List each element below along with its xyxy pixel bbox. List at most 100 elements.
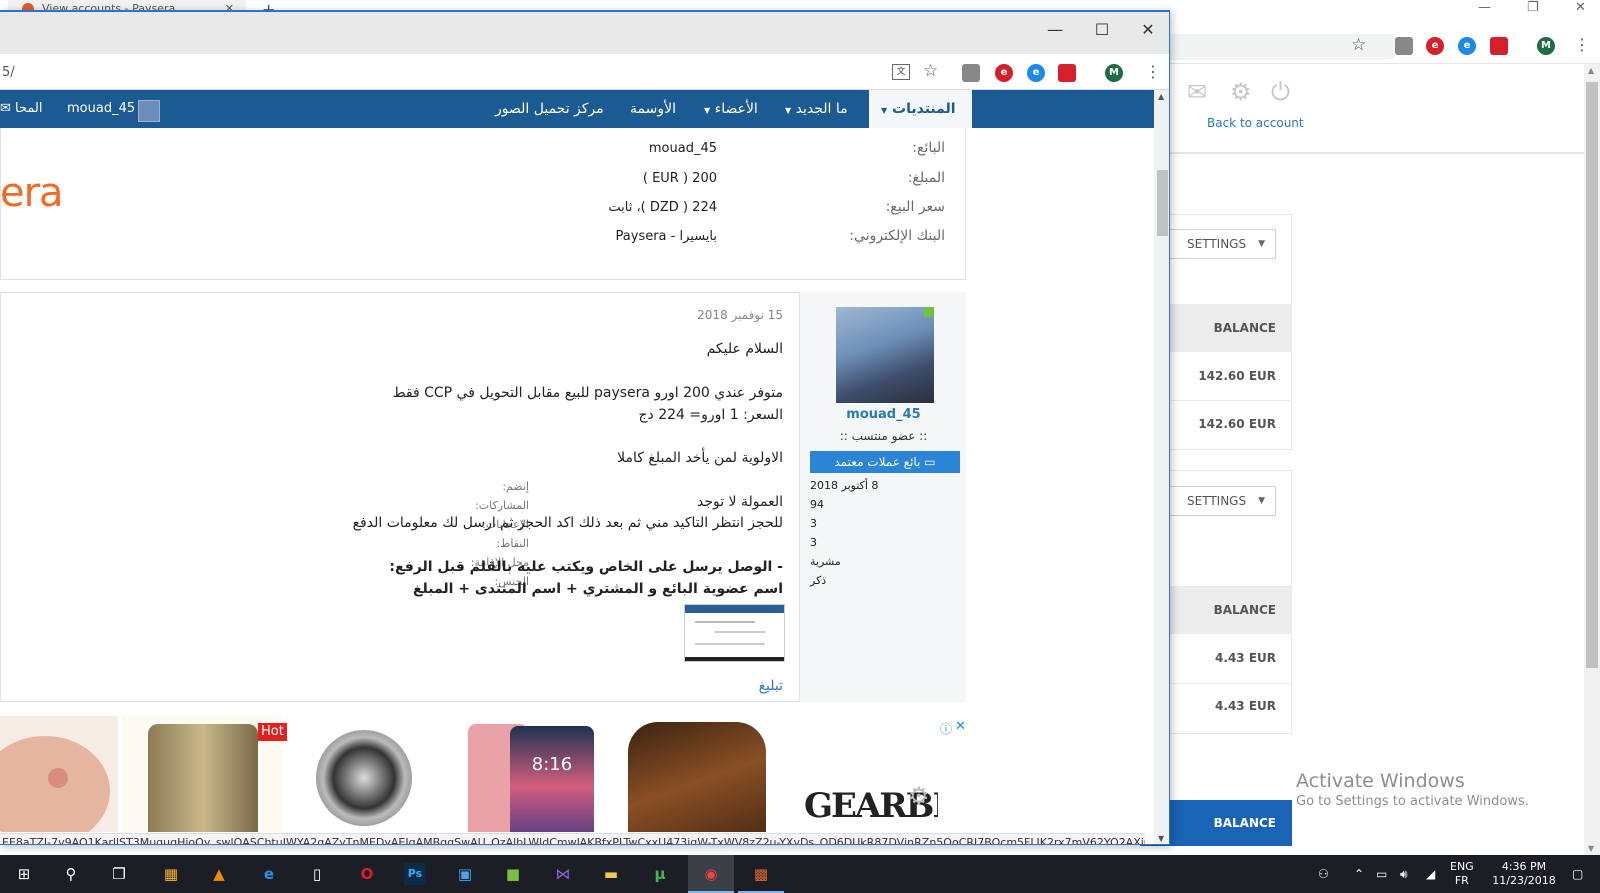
scroll-up-icon[interactable]: ▲: [1158, 92, 1164, 101]
nav-forums[interactable]: ▼ المنتديات: [869, 90, 972, 128]
photoshop-icon[interactable]: Ps: [404, 863, 426, 885]
visual-studio-icon[interactable]: ⋈: [552, 863, 574, 885]
photos-icon[interactable]: ▣: [454, 863, 476, 885]
status-badge: ▭ بائع عملات معتمد: [810, 451, 960, 473]
battery-icon[interactable]: ▭: [1376, 855, 1387, 893]
minimize-button[interactable]: —: [1040, 20, 1070, 39]
ad-product-image: [628, 722, 766, 832]
bank-label: البنك الإلكتروني:: [849, 228, 945, 244]
notifications-icon[interactable]: ▢: [1572, 855, 1583, 893]
nav-upload-center[interactable]: مركز تحميل الصور: [495, 90, 604, 128]
address-bar[interactable]: 5/: [0, 60, 945, 86]
avatar[interactable]: [836, 307, 934, 403]
mail-icon[interactable]: ✉: [1187, 78, 1207, 106]
points-label: النقاط:: [496, 537, 529, 550]
network-icon[interactable]: ◢: [1426, 855, 1435, 893]
ad-banner[interactable]: 8:16 GEARBEST ⚙: [0, 716, 970, 832]
chrome-icon[interactable]: ◉: [700, 863, 722, 885]
settings-label: SETTINGS: [1187, 494, 1247, 508]
scroll-thumb[interactable]: [1586, 82, 1598, 668]
bookmark-star-icon[interactable]: ☆: [1351, 35, 1366, 55]
extension-bag-icon[interactable]: [1490, 37, 1508, 55]
ad-item[interactable]: [614, 716, 774, 832]
scroll-up-icon[interactable]: ▲: [1588, 66, 1594, 75]
post-date[interactable]: 15 نوفمبر 2018: [697, 308, 783, 322]
edge-icon[interactable]: e: [258, 863, 280, 885]
nav-whats-new-label: ما الجديد: [795, 101, 848, 117]
minimize-button[interactable]: —: [1478, 0, 1491, 15]
post-author-username[interactable]: mouad_45: [800, 407, 967, 422]
notepad-icon[interactable]: ▯: [306, 863, 328, 885]
clock[interactable]: 4:36 PM 11/23/2018: [1484, 860, 1564, 888]
scroll-down-icon[interactable]: ▼: [1158, 834, 1164, 843]
nav-inbox[interactable]: ✉ المحا: [0, 90, 42, 128]
windows-taskbar: ⊞ ⚲ ❐ ▦ ▲ e ▯ O Ps ▣ ■ ⋈ ▬ µ ◉ ▩ ⚇ ⌃ ▭ 🔊…: [0, 855, 1600, 893]
nav-whats-new[interactable]: ▼ ما الجديد: [781, 90, 848, 128]
store-icon[interactable]: ▦: [160, 863, 182, 885]
ad-item[interactable]: GEARBEST ⚙: [778, 716, 938, 832]
joined-label: إنضم:: [502, 480, 529, 493]
task-view-icon[interactable]: ❐: [108, 863, 130, 885]
attachment-thumbnail[interactable]: [684, 604, 785, 662]
profile-avatar[interactable]: M: [1537, 37, 1555, 55]
listing-details: [0, 128, 966, 280]
chrome-menu-icon[interactable]: ⋮: [1145, 62, 1161, 81]
vlc-icon[interactable]: ▲: [208, 863, 230, 885]
extension-red-icon[interactable]: e: [1426, 37, 1444, 55]
background-scrollbar[interactable]: ▲ ▼: [1584, 64, 1600, 855]
extension-icon[interactable]: [962, 64, 980, 82]
extension-blue-icon[interactable]: e: [1027, 64, 1045, 82]
nav-user-menu[interactable]: mouad_45: [67, 90, 135, 128]
post-text-line: اسم عضوية البائع و المشتري + اسم المنتدى…: [412, 581, 783, 597]
bookmark-star-icon[interactable]: ☆: [923, 61, 938, 81]
utorrent-icon[interactable]: µ: [649, 863, 671, 885]
scroll-down-icon[interactable]: ▼: [1588, 844, 1594, 853]
close-button[interactable]: ✕: [1575, 0, 1586, 15]
search-icon[interactable]: ⚲: [60, 863, 82, 885]
ad-item[interactable]: [286, 716, 446, 832]
extension-bag-icon[interactable]: [1058, 64, 1076, 82]
page-scrollbar[interactable]: ▲ ▼: [1154, 90, 1169, 844]
gear-icon[interactable]: ⚙: [1230, 78, 1252, 106]
watermark-subtitle: Go to Settings to activate Windows.: [1296, 794, 1529, 809]
thumb-line: [695, 643, 765, 645]
extension-blue-icon[interactable]: e: [1458, 37, 1476, 55]
ad-item[interactable]: 8:16: [450, 716, 610, 832]
avatar[interactable]: [138, 100, 160, 122]
opera-icon[interactable]: O: [356, 863, 378, 885]
restore-button[interactable]: ❐: [1527, 0, 1539, 15]
extension-icon[interactable]: [1395, 37, 1413, 55]
profile-avatar[interactable]: M: [1105, 64, 1123, 82]
scroll-thumb[interactable]: [1157, 170, 1168, 236]
settings-dropdown[interactable]: SETTINGS ▼: [1160, 486, 1276, 516]
ad-item[interactable]: [0, 716, 118, 832]
ad-product-image: [148, 724, 258, 832]
caret-down-icon: ▼: [704, 106, 711, 115]
language-indicator[interactable]: ENG FR: [1450, 860, 1474, 888]
people-icon[interactable]: ⚇: [1318, 855, 1329, 893]
report-link[interactable]: تبليغ: [759, 678, 783, 694]
minecraft-icon[interactable]: ■: [502, 863, 524, 885]
volume-icon[interactable]: 🔊︎: [1400, 855, 1408, 893]
ad-info-icon[interactable]: ⓘ: [940, 720, 952, 737]
thumb-line: [695, 621, 755, 623]
close-button[interactable]: ✕: [1133, 20, 1163, 39]
chrome-menu-icon[interactable]: ⋮: [1574, 35, 1590, 54]
app-icon[interactable]: ▩: [750, 863, 772, 885]
windows-start-icon[interactable]: ⊞: [13, 863, 35, 885]
settings-dropdown[interactable]: SETTINGS ▼: [1160, 229, 1276, 259]
ad-close-icon[interactable]: ✕: [955, 719, 966, 734]
badge-label: بائع عملات معتمد: [834, 455, 921, 469]
chevron-up-icon[interactable]: ⌃: [1354, 855, 1364, 893]
file-explorer-icon[interactable]: ▬: [600, 863, 622, 885]
clock-date: 11/23/2018: [1492, 874, 1556, 887]
power-icon[interactable]: ⏻: [1271, 78, 1290, 106]
nav-members[interactable]: ▼ الأعضاء: [700, 90, 758, 128]
extension-red-icon[interactable]: e: [995, 64, 1013, 82]
translate-icon[interactable]: 文: [892, 64, 910, 80]
nav-medals[interactable]: الأوسمة: [630, 90, 676, 128]
back-to-account-link[interactable]: Back to account: [1207, 116, 1304, 130]
caret-down-icon: ▼: [785, 106, 792, 115]
seller-value[interactable]: mouad_45: [649, 141, 717, 156]
maximize-button[interactable]: ☐: [1087, 20, 1117, 39]
